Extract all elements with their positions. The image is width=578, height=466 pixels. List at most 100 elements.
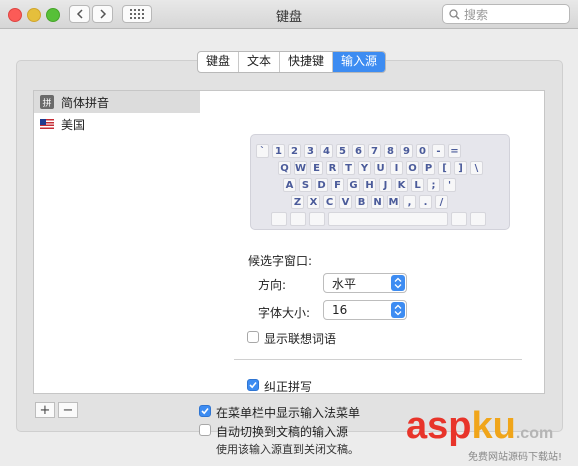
autocorrect-spelling-label: 纠正拼写	[264, 380, 313, 394]
divider	[234, 359, 522, 360]
keyboard-row-4: Z X C V B N M,. /	[291, 195, 448, 209]
keyboard-key: /	[435, 195, 448, 209]
keyboard-key: =	[448, 144, 461, 158]
keyboard-key: W	[294, 161, 307, 175]
keyboard-key: \	[470, 161, 483, 175]
search-placeholder: 搜索	[464, 7, 489, 22]
keyboard-key: M	[387, 195, 400, 209]
keyboard-row-5	[271, 212, 486, 226]
keyboard-key: '	[443, 178, 456, 192]
direction-value: 水平	[332, 276, 357, 291]
pinyin-icon: 拼	[40, 95, 54, 109]
tab-shortcuts[interactable]: 快捷键	[280, 52, 334, 72]
show-suggestions-checkbox[interactable]	[247, 331, 259, 343]
keyboard-key: H	[363, 178, 376, 192]
checkmark-icon	[201, 407, 209, 415]
checkmark-icon	[249, 381, 257, 389]
keyboard-key: Q	[278, 161, 291, 175]
keyboard-key: 9	[400, 144, 413, 158]
keyboard-key: 6	[352, 144, 365, 158]
tab-input-sources[interactable]: 输入源	[333, 52, 386, 72]
keyboard-key: 3	[304, 144, 317, 158]
source-item-simplified-pinyin[interactable]: 拼 简体拼音	[34, 91, 200, 113]
search-input[interactable]: 搜索	[442, 4, 570, 24]
keyboard-key: T	[342, 161, 355, 175]
keyboard-key: .	[419, 195, 432, 209]
keyboard-key: ]	[454, 161, 467, 175]
keyboard-key: G	[347, 178, 360, 192]
keyboard-key: Y	[358, 161, 371, 175]
keyboard-key: 4	[320, 144, 333, 158]
keyboard-key: R	[326, 161, 339, 175]
keyboard-key	[271, 212, 287, 226]
show-suggestions-label: 显示联想词语	[264, 332, 337, 346]
tab-bar: 键盘 文本 快捷键 输入源	[197, 51, 387, 73]
keyboard-key: L	[411, 178, 424, 192]
keyboard-layout-preview: ` 1 2 3 4 5 6 7 8 9 0- = Q W E R T Y U I O P[] \ A S D F G H J K L; ' …	[250, 134, 510, 230]
tab-text[interactable]: 文本	[239, 52, 281, 72]
show-input-menu-checkbox[interactable]	[199, 405, 211, 417]
source-item-label: 简体拼音	[61, 95, 110, 110]
keyboard-key: Z	[291, 195, 304, 209]
keyboard-key: I	[390, 161, 403, 175]
keyboard-key: X	[307, 195, 320, 209]
keyboard-row-1: ` 1 2 3 4 5 6 7 8 9 0- =	[256, 144, 461, 158]
remove-source-button[interactable]: −	[58, 402, 78, 418]
input-source-list[interactable]: 拼 简体拼音 美国	[33, 90, 201, 394]
keyboard-key: ,	[403, 195, 416, 209]
keyboard-key: K	[395, 178, 408, 192]
font-size-select[interactable]: 16	[323, 300, 407, 320]
watermark: aspku.com 免费网站源码下载站!	[398, 402, 576, 466]
font-size-value: 16	[332, 303, 348, 317]
keyboard-key: `	[256, 144, 269, 158]
auto-switch-note: 使用该输入源直到关闭文稿。	[216, 443, 359, 456]
keyboard-key: S	[299, 178, 312, 192]
keyboard-key	[309, 212, 325, 226]
direction-select[interactable]: 水平	[323, 273, 407, 293]
watermark-asp: asp	[406, 405, 472, 447]
us-flag-icon	[40, 119, 54, 129]
candidate-window-heading: 候选字窗口:	[248, 254, 313, 268]
keyboard-key: 8	[384, 144, 397, 158]
keyboard-key: A	[283, 178, 296, 192]
search-icon	[449, 8, 460, 20]
keyboard-row-3: A S D F G H J K L; '	[283, 178, 456, 192]
keyboard-key: 0	[416, 144, 429, 158]
keyboard-key: U	[374, 161, 387, 175]
watermark-ku: ku	[471, 405, 516, 447]
keyboard-key: 2	[288, 144, 301, 158]
watermark-com: .com	[515, 425, 554, 442]
keyboard-row-2: Q W E R T Y U I O P[] \	[278, 161, 483, 175]
keyboard-key: O	[406, 161, 419, 175]
tab-keyboard[interactable]: 键盘	[198, 52, 240, 72]
direction-label: 方向:	[258, 278, 287, 292]
keyboard-key: N	[371, 195, 384, 209]
watermark-slogan: 免费网站源码下载站!	[468, 452, 563, 463]
keyboard-key: 5	[336, 144, 349, 158]
keyboard-key: P	[422, 161, 435, 175]
keyboard-key: [	[438, 161, 451, 175]
auto-switch-checkbox[interactable]	[199, 424, 211, 436]
updown-arrows-icon	[391, 302, 405, 318]
keyboard-key: ;	[427, 178, 440, 192]
keyboard-key	[470, 212, 486, 226]
font-size-label: 字体大小:	[258, 306, 311, 320]
keyboard-space-key	[328, 212, 448, 226]
keyboard-key: F	[331, 178, 344, 192]
keyboard-key: -	[432, 144, 445, 158]
keyboard-key: 1	[272, 144, 285, 158]
auto-switch-label: 自动切换到文稿的输入源	[216, 425, 349, 439]
show-input-menu-label: 在菜单栏中显示输入法菜单	[216, 406, 361, 420]
keyboard-key	[451, 212, 467, 226]
keyboard-key: D	[315, 178, 328, 192]
keyboard-key: C	[323, 195, 336, 209]
keyboard-key: V	[339, 195, 352, 209]
add-source-button[interactable]: +	[35, 402, 55, 418]
updown-arrows-icon	[391, 275, 405, 291]
source-item-us[interactable]: 美国	[34, 113, 200, 135]
keyboard-key: 7	[368, 144, 381, 158]
source-item-label: 美国	[61, 117, 86, 132]
keyboard-key	[290, 212, 306, 226]
keyboard-key: E	[310, 161, 323, 175]
autocorrect-spelling-checkbox[interactable]	[247, 379, 259, 391]
